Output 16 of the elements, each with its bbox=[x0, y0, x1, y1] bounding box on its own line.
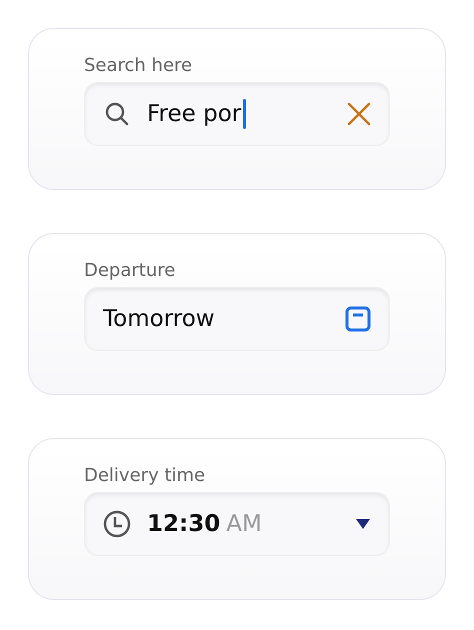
clock-icon bbox=[103, 510, 131, 538]
clear-button[interactable] bbox=[347, 102, 371, 126]
field-label: Delivery time bbox=[84, 465, 206, 486]
dropdown-arrow-icon bbox=[355, 518, 371, 530]
time-period: AM bbox=[226, 511, 262, 537]
search-field[interactable]: Free por bbox=[84, 82, 390, 146]
date-value: Tomorrow bbox=[103, 306, 215, 332]
time-value: 12:30 bbox=[147, 511, 220, 537]
calendar-icon[interactable] bbox=[345, 306, 371, 332]
field-label: Search here bbox=[84, 55, 192, 76]
close-icon bbox=[347, 102, 371, 126]
time-dropdown[interactable]: 12:30 AM bbox=[84, 492, 390, 556]
date-field[interactable]: Tomorrow bbox=[84, 287, 390, 351]
field-label: Departure bbox=[84, 260, 176, 281]
search-text: Free por bbox=[147, 101, 242, 127]
search-icon bbox=[103, 100, 131, 128]
